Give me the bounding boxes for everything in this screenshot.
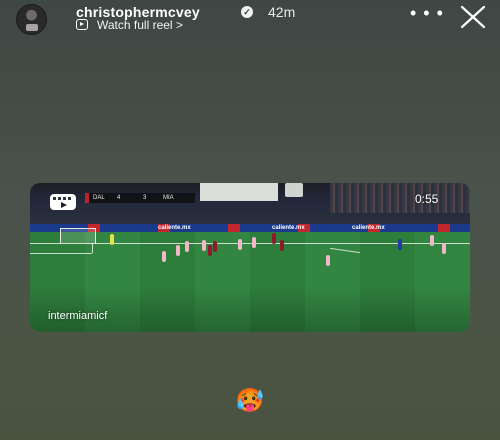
ad-board-text: caliente.mx [158, 225, 191, 231]
profile-avatar[interactable] [16, 4, 47, 35]
watch-full-reel-label: Watch full reel > [97, 18, 183, 32]
reel-account-name[interactable]: intermiamicf [48, 310, 107, 322]
avatar-badge [26, 24, 38, 31]
stadium-light [285, 183, 303, 197]
crowd [330, 183, 470, 213]
verified-badge-icon: ✓ [241, 6, 253, 18]
home-score: 4 [117, 195, 121, 201]
ad-board-text: caliente.mx [272, 225, 305, 231]
time-ago: 42m [268, 4, 296, 20]
ad-boards [30, 224, 470, 232]
hot-face-emoji-sticker: 🥵 [235, 388, 265, 414]
scoreboard-stripe [85, 193, 89, 203]
away-score: 3 [143, 195, 147, 201]
story-header: christophermcvey ✓ 42m Watch full reel >… [0, 0, 500, 40]
close-icon[interactable] [458, 4, 488, 30]
shared-reel-video[interactable]: caliente.mx caliente.mx caliente.mx DAL … [30, 183, 470, 332]
video-duration: 0:55 [415, 192, 439, 206]
ad-board-text: caliente.mx [352, 225, 385, 231]
away-team: MIA [163, 195, 174, 201]
reel-icon [76, 19, 88, 30]
home-team: DAL [93, 195, 105, 201]
scoreboard: DAL 4 3 MIA [85, 193, 195, 203]
more-options-icon[interactable]: • • • [410, 3, 444, 24]
reel-clapper-icon [50, 194, 76, 210]
stadium-screen [200, 183, 278, 201]
